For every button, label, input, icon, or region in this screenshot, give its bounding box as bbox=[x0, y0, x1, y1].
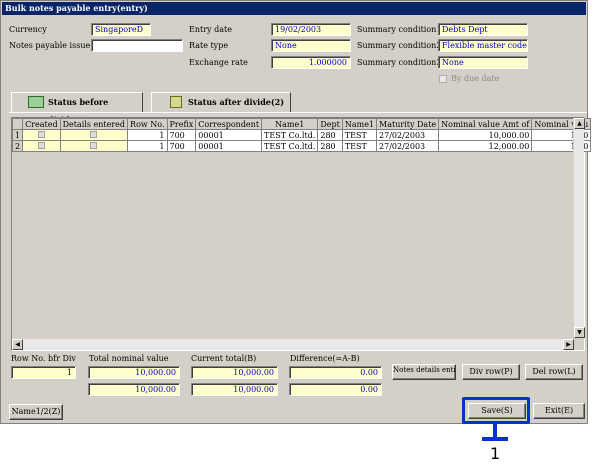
difference-field-2: 0.00 bbox=[289, 383, 382, 396]
row-number[interactable]: 2 bbox=[11, 140, 24, 152]
main-window: Bulk notes payable entry(entry) Currency… bbox=[0, 0, 592, 424]
column-header[interactable]: Dept bbox=[317, 118, 343, 130]
maturity-cell[interactable]: 27/02/2003 bbox=[376, 129, 440, 141]
scroll-left-icon[interactable]: ◀ bbox=[12, 339, 23, 350]
name1-cell[interactable]: TEST Co.ltd. bbox=[261, 140, 319, 152]
del-row-button[interactable]: Del row(L) bbox=[525, 364, 583, 380]
total-nominal-label: Total nominal value bbox=[89, 354, 169, 363]
summary2-field[interactable]: Flexible master code1 bbox=[438, 39, 528, 52]
correspondent-cell[interactable]: 00001 bbox=[195, 140, 263, 152]
notes-grid[interactable]: Created Details entered Row No. Prefix C… bbox=[11, 117, 592, 351]
row-no-cell[interactable]: 1 bbox=[127, 129, 168, 141]
window-title: Bulk notes payable entry(entry) bbox=[2, 2, 586, 15]
tab-status-before-divide[interactable]: Status before divide(1) bbox=[11, 92, 143, 125]
row-number[interactable]: 1 bbox=[11, 129, 24, 141]
summary1-label: Summary condition1 bbox=[357, 25, 442, 34]
exchange-rate-field[interactable]: 1.000000 bbox=[271, 56, 351, 69]
scroll-right-icon[interactable]: ▶ bbox=[563, 339, 574, 350]
table-header-row: Created Details entered Row No. Prefix C… bbox=[11, 118, 592, 130]
correspondent-cell[interactable]: 00001 bbox=[195, 129, 263, 141]
summary1-field[interactable]: Debts Dept bbox=[438, 23, 528, 36]
created-checkbox-cell[interactable] bbox=[22, 140, 61, 152]
column-header bbox=[11, 118, 24, 130]
notes-table: Created Details entered Row No. Prefix C… bbox=[11, 118, 592, 152]
dept-cell[interactable]: 280 bbox=[317, 140, 343, 152]
scroll-up-icon[interactable]: ▲ bbox=[574, 118, 585, 129]
rate-type-field[interactable]: None bbox=[271, 39, 351, 52]
tab-divider bbox=[9, 112, 587, 113]
checkbox-icon[interactable] bbox=[37, 130, 45, 138]
tab-status-after-divide[interactable]: Status after divide(2) bbox=[151, 92, 291, 112]
div-row-button[interactable]: Div row(P) bbox=[462, 364, 520, 380]
column-header[interactable]: Details entered bbox=[59, 118, 129, 130]
table-row[interactable]: 1 1 700 00001 TEST Co.ltd. 280 TEST 27/0… bbox=[11, 129, 592, 141]
notes-issue-label: Notes payable issue bbox=[9, 41, 91, 50]
details-checkbox-cell[interactable] bbox=[59, 129, 129, 141]
current-total-field-2: 10,000.00 bbox=[191, 383, 278, 396]
column-header[interactable]: Name1 bbox=[341, 118, 378, 130]
exit-button[interactable]: Exit(E) bbox=[533, 403, 585, 419]
by-due-date-checkbox[interactable] bbox=[439, 75, 447, 83]
vertical-scrollbar[interactable]: ▲ ▼ bbox=[573, 118, 585, 338]
dept-cell[interactable]: 280 bbox=[317, 129, 343, 141]
total-nominal-field-2: 10,000.00 bbox=[88, 383, 180, 396]
column-header[interactable]: Maturity Date bbox=[376, 118, 440, 130]
maturity-cell[interactable]: 27/02/2003 bbox=[376, 140, 440, 152]
column-header[interactable]: Row No. bbox=[127, 118, 168, 130]
checkbox-icon[interactable] bbox=[90, 130, 98, 138]
row-no-bfr-div-field[interactable]: 1 bbox=[11, 366, 76, 379]
checkbox-icon[interactable] bbox=[37, 141, 45, 149]
summary3-label: Summary condition3 bbox=[357, 58, 442, 67]
callout-bar bbox=[482, 437, 508, 441]
checkbox-icon[interactable] bbox=[90, 141, 98, 149]
dept-name-cell[interactable]: TEST bbox=[341, 140, 378, 152]
currency-field[interactable]: SingaporeD bbox=[91, 23, 151, 36]
nominal-amount-cell[interactable]: 10,000.00 bbox=[438, 129, 533, 141]
notes-details-entry-button[interactable]: Notes details entry(W) bbox=[392, 364, 456, 380]
entry-date-field[interactable]: 19/02/2003 bbox=[271, 23, 351, 36]
prefix-cell[interactable]: 700 bbox=[166, 129, 197, 141]
details-checkbox-cell[interactable] bbox=[59, 140, 129, 152]
save-highlight-box bbox=[462, 397, 530, 424]
scroll-down-icon[interactable]: ▼ bbox=[574, 327, 585, 338]
row-no-bfr-div-label: Row No. bfr Div bbox=[11, 354, 76, 363]
notes-issue-field[interactable] bbox=[91, 39, 183, 52]
current-total-field-1: 10,000.00 bbox=[191, 366, 278, 379]
rate-type-label: Rate type bbox=[189, 41, 229, 50]
currency-label: Currency bbox=[9, 25, 47, 34]
column-header[interactable]: Created bbox=[22, 118, 61, 130]
created-checkbox-cell[interactable] bbox=[22, 129, 61, 141]
difference-label: Difference(=A-B) bbox=[290, 354, 360, 363]
prefix-cell[interactable]: 700 bbox=[166, 140, 197, 152]
entry-date-label: Entry date bbox=[189, 25, 232, 34]
tab-label: Status after divide(2) bbox=[188, 97, 285, 107]
summary2-label: Summary condition2 bbox=[357, 41, 442, 50]
exchange-rate-label: Exchange rate bbox=[189, 58, 248, 67]
column-header[interactable]: Nominal value Amt of bbox=[438, 118, 533, 130]
callout-number: 1 bbox=[490, 444, 501, 463]
dept-name-cell[interactable]: TEST bbox=[341, 129, 378, 141]
document-icon bbox=[170, 96, 182, 108]
difference-field-1: 0.00 bbox=[289, 366, 382, 379]
book-icon bbox=[28, 96, 44, 108]
row-no-cell[interactable]: 1 bbox=[127, 140, 168, 152]
by-due-date-label: By due date bbox=[451, 74, 500, 83]
name-toggle-button[interactable]: Name1/2(Z) bbox=[9, 404, 63, 420]
column-header[interactable]: Prefix bbox=[166, 118, 197, 130]
table-row[interactable]: 2 1 700 00001 TEST Co.ltd. 280 TEST 27/0… bbox=[11, 140, 592, 152]
horizontal-scrollbar[interactable]: ◀ ▶ bbox=[12, 339, 574, 350]
current-total-label: Current total(B) bbox=[191, 354, 257, 363]
total-nominal-field-1: 10,000.00 bbox=[88, 366, 180, 379]
nominal-amount-cell[interactable]: 12,000.00 bbox=[438, 140, 533, 152]
column-header[interactable]: Name1 bbox=[261, 118, 319, 130]
column-header[interactable]: Correspondent bbox=[195, 118, 263, 130]
summary3-field[interactable]: None bbox=[438, 56, 528, 69]
name1-cell[interactable]: TEST Co.ltd. bbox=[261, 129, 319, 141]
